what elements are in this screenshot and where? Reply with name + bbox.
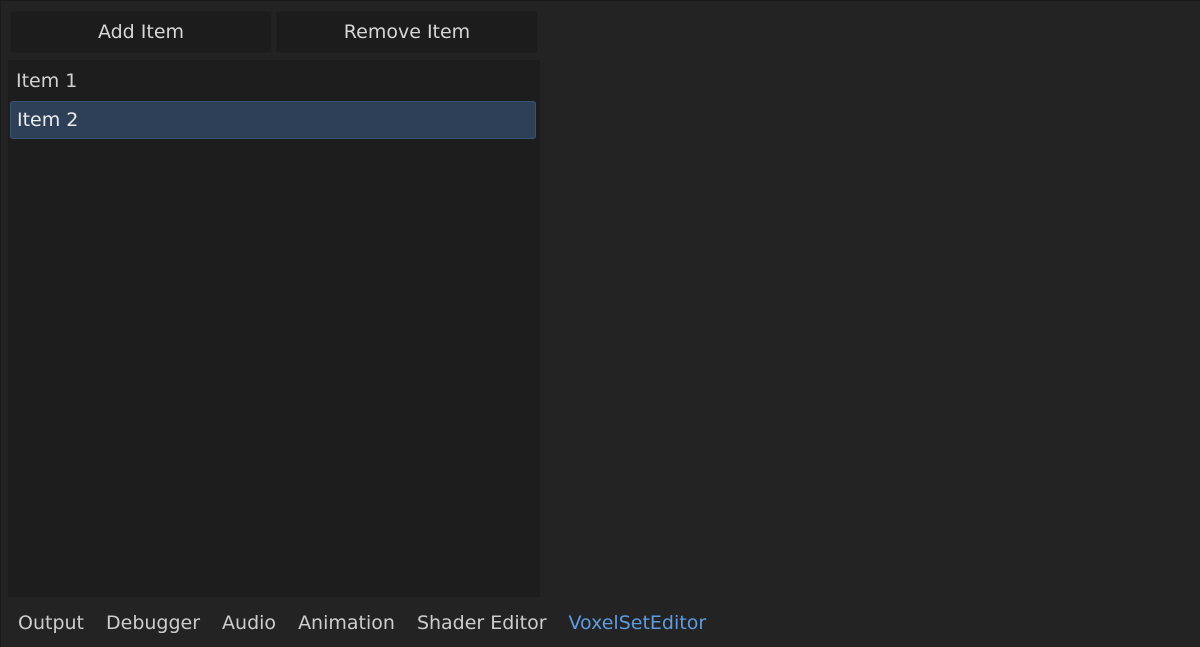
list-item[interactable]: Item 1	[10, 62, 536, 100]
tab-debugger[interactable]: Debugger	[95, 612, 211, 634]
tab-voxel-set-editor[interactable]: VoxelSetEditor	[558, 612, 718, 634]
tab-audio[interactable]: Audio	[211, 612, 287, 634]
tab-animation[interactable]: Animation	[287, 612, 406, 634]
add-item-button[interactable]: Add Item	[10, 11, 272, 53]
bottom-panel-tabs: Output Debugger Audio Animation Shader E…	[1, 601, 1200, 645]
tab-shader-editor[interactable]: Shader Editor	[406, 612, 558, 634]
item-list[interactable]: Item 1 Item 2	[8, 60, 540, 597]
tab-output[interactable]: Output	[7, 612, 95, 634]
remove-item-button[interactable]: Remove Item	[276, 11, 538, 53]
list-item-selected[interactable]: Item 2	[10, 101, 536, 139]
editor-frame: Add Item Remove Item Item 1 Item 2 Outpu…	[0, 0, 1200, 647]
voxel-set-editor-panel: Add Item Remove Item Item 1 Item 2	[8, 11, 540, 597]
